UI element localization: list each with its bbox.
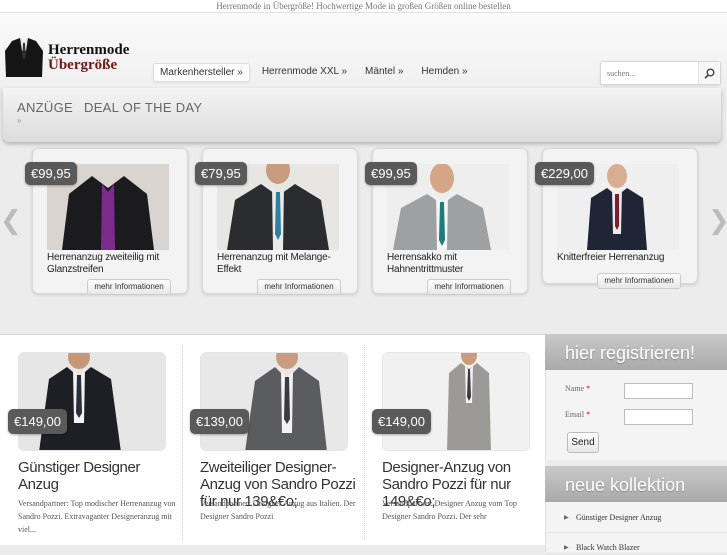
email-label-value: Email	[565, 410, 585, 419]
price-badge: €149,00	[8, 409, 67, 434]
register-heading: hier registrieren!	[545, 334, 727, 370]
price-badge: €99,95	[25, 162, 77, 185]
carousel-card[interactable]: €229,00 Knitterfreier Herrenanzug mehr I…	[535, 148, 698, 289]
product-grid: €149,00 Günstiger Designer Anzug Versand…	[0, 334, 545, 545]
site-logo[interactable]: Herrenmode Übergröße	[4, 37, 129, 79]
carousel-card[interactable]: €99,95 Herrenanzug zweiteilig mit Glanzs…	[25, 148, 188, 295]
card-title[interactable]: Herrenanzug zweiteilig mit Glanzstreifen	[47, 252, 177, 276]
list-item-label: Black Watch Blazer	[576, 543, 640, 552]
search-box	[600, 61, 721, 85]
logo-line-1: Herrenmode	[48, 42, 130, 58]
product-carousel: ❮ ❯ €99,95 Herrenanzug zweiteilig mit Gl…	[0, 142, 727, 297]
category-deal-of-the-day[interactable]: DEAL OF THE DAY	[84, 100, 202, 115]
more-info-button[interactable]: mehr Informationen	[257, 279, 341, 295]
card-title[interactable]: Knitterfreier Herrenanzug	[557, 252, 687, 264]
sidebar: hier registrieren! Name * Email * Send n…	[545, 334, 727, 555]
product-item[interactable]: €139,00 Zweiteiliger Designer-Anzug von …	[182, 335, 364, 546]
product-title[interactable]: Günstiger Designer Anzug	[18, 459, 176, 493]
product-image	[18, 352, 166, 451]
more-info-button[interactable]: mehr Informationen	[87, 279, 171, 295]
triangle-right-icon: ▶	[564, 515, 569, 521]
category-more-arrow: »	[17, 116, 22, 125]
triangle-right-icon: ▶	[564, 545, 569, 551]
name-required-mark: *	[586, 384, 591, 393]
price-badge: €139,00	[190, 409, 249, 434]
more-info-button[interactable]: mehr Informationen	[597, 273, 681, 289]
nav-item-maentel[interactable]: Mäntel »	[359, 63, 409, 82]
category-anzuege[interactable]: ANZÜGE	[17, 100, 73, 115]
product-image	[382, 352, 530, 451]
jacket-logo-icon	[5, 38, 43, 77]
search-input[interactable]	[601, 62, 698, 84]
carousel-card[interactable]: €79,95 Herrenanzug mit Melange-Effekt me…	[195, 148, 358, 295]
email-required-mark: *	[586, 410, 591, 419]
logo-line-2: Übergröße	[48, 57, 118, 73]
send-button[interactable]: Send	[567, 432, 599, 453]
name-field[interactable]	[624, 383, 693, 399]
main-nav: Markenhersteller » Herrenmode XXL » Mänt…	[153, 63, 474, 82]
product-item[interactable]: €149,00 Designer-Anzug von Sandro Pozzi …	[364, 335, 546, 546]
register-form: Name * Email * Send	[545, 370, 727, 460]
nav-item-markenhersteller[interactable]: Markenhersteller »	[153, 63, 250, 82]
name-label-text: Name *	[565, 384, 590, 393]
search-icon	[704, 68, 715, 79]
product-description: Versandpartner: Designer Anzug aus Itali…	[200, 499, 356, 521]
logo-text: Herrenmode Übergröße	[48, 43, 129, 73]
price-badge: €149,00	[372, 409, 431, 434]
card-title[interactable]: Herrensakko mit Hahnentrittmuster	[387, 252, 517, 276]
email-field[interactable]	[624, 409, 693, 425]
product-image	[200, 352, 348, 451]
list-item-label: Günstiger Designer Anzug	[576, 513, 662, 522]
category-bar: ANZÜGE DEAL OF THE DAY »	[3, 88, 721, 142]
carousel-next-icon[interactable]: ❯	[708, 206, 727, 236]
price-badge: €79,95	[195, 162, 247, 185]
name-label-value: Name	[565, 384, 585, 393]
collection-heading: neue kollektion	[545, 466, 727, 502]
list-item[interactable]: ▶ Günstiger Designer Anzug	[546, 511, 727, 533]
carousel-prev-icon[interactable]: ❮	[0, 206, 22, 236]
product-description: Versandpartner: Top modischer Herrenanzu…	[18, 499, 176, 534]
card-title[interactable]: Herrenanzug mit Melange-Effekt	[217, 252, 347, 276]
more-info-button[interactable]: mehr Informationen	[427, 279, 511, 295]
product-description: Versandpartner: Designer Anzug vom Top D…	[382, 499, 517, 521]
nav-item-herrenmode-xxl[interactable]: Herrenmode XXL »	[256, 63, 353, 82]
search-button[interactable]	[698, 62, 720, 84]
price-badge: €99,95	[365, 162, 417, 185]
carousel-card[interactable]: €99,95 Herrensakko mit Hahnentrittmuster…	[365, 148, 528, 295]
email-label-text: Email *	[565, 410, 590, 419]
list-item[interactable]: ▶ Black Watch Blazer	[546, 533, 727, 555]
price-badge: €229,00	[535, 162, 594, 185]
nav-item-hemden[interactable]: Hemden »	[415, 63, 473, 82]
product-item[interactable]: €149,00 Günstiger Designer Anzug Versand…	[0, 335, 182, 546]
header: Herrenmode Übergröße Markenhersteller » …	[0, 13, 727, 88]
top-tagline: Herrenmode in Übergröße! Hochwertige Mod…	[0, 0, 727, 13]
